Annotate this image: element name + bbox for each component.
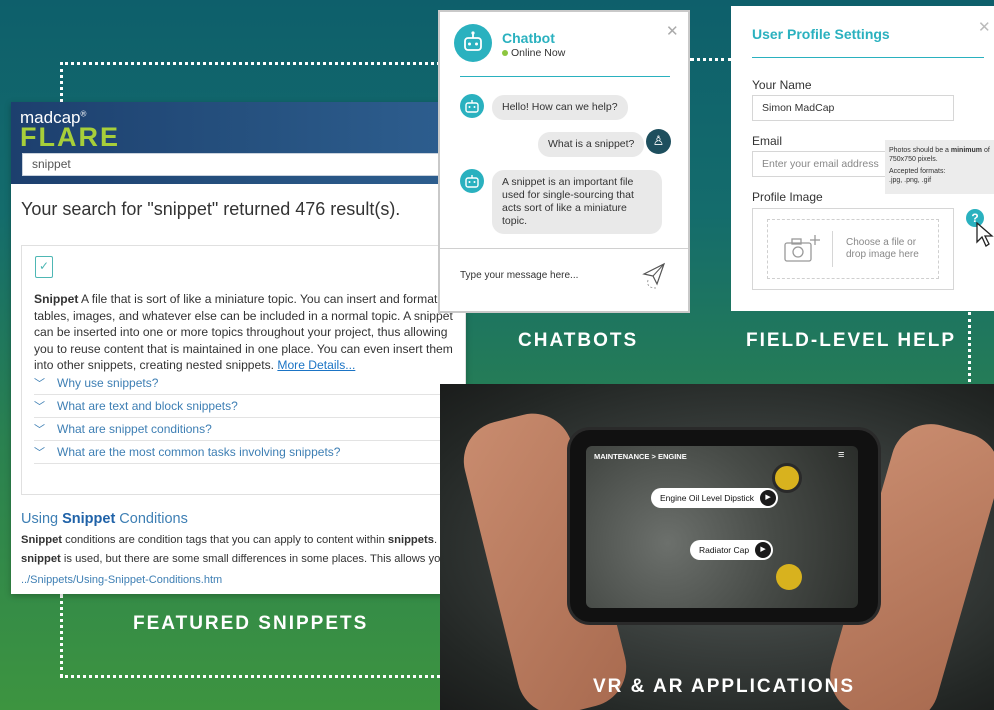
image-help-tooltip: Photos should be a minimum of 750x750 pi… (885, 140, 994, 194)
flare-search-panel: madcap® FLARE snippet Your search for "s… (11, 102, 466, 594)
title-divider (752, 57, 984, 58)
result-title-link[interactable]: Using Snippet Conditions (21, 511, 188, 527)
dropzone-text: Choose a file or drop image here (846, 237, 919, 260)
more-details-link[interactable]: More Details... (277, 358, 355, 372)
ar-phone-photo: MAINTENANCE > ENGINE ≡ Engine Oil Level … (440, 384, 994, 710)
smartphone: MAINTENANCE > ENGINE ≡ Engine Oil Level … (570, 430, 878, 622)
user-message: What is a snippet? (538, 132, 645, 157)
ar-screen: MAINTENANCE > ENGINE ≡ Engine Oil Level … (586, 446, 858, 608)
chatbot-window: Chatbot Online Now ✕ Hello! How can we h… (438, 10, 690, 313)
dotted-connector-top (60, 62, 440, 102)
robot-icon (454, 24, 492, 62)
dropzone-divider (832, 231, 833, 267)
result-path: ../Snippets/Using-Snippet-Conditions.htm (21, 574, 223, 586)
flare-header: madcap® FLARE snippet (11, 102, 466, 184)
user-avatar-icon: ♙ (646, 129, 671, 154)
faq-item[interactable]: ﹀ What are snippet conditions? (34, 419, 459, 441)
search-input[interactable]: snippet (22, 153, 466, 176)
radiator-cap (776, 564, 802, 590)
close-icon[interactable]: ✕ (666, 22, 679, 40)
snippet-definition: Snippet A file that is sort of like a mi… (34, 292, 453, 372)
profile-settings-panel: User Profile Settings ✕ Your Name Simon … (731, 6, 994, 311)
chat-message-input[interactable]: Type your message here... (460, 270, 578, 281)
notebook-check-icon: ✓ (35, 256, 53, 278)
featured-snippet-card: ✓ Snippet A file that is sort of like a … (21, 245, 466, 495)
play-icon: ▶ (760, 490, 777, 506)
profile-title: User Profile Settings (752, 26, 890, 42)
camera-plus-icon (783, 233, 821, 270)
name-label: Your Name (752, 78, 812, 92)
dotted-connector-right (690, 58, 732, 61)
menu-icon[interactable]: ≡ (838, 449, 844, 461)
label-vr-ar-applications: VR & AR APPLICATIONS (593, 676, 856, 697)
chat-header-divider (460, 76, 670, 77)
chat-input-divider (440, 248, 688, 249)
ar-breadcrumb: MAINTENANCE > ENGINE (594, 452, 687, 461)
online-status: Online Now (502, 47, 565, 59)
faq-item[interactable]: ﹀ Why use snippets? (34, 373, 459, 395)
label-featured-snippets: FEATURED SNIPPETS (133, 613, 369, 634)
image-dropzone[interactable]: Choose a file or drop image here (752, 208, 954, 290)
oil-cap (772, 463, 802, 493)
name-field[interactable]: Simon MadCap (752, 95, 954, 121)
online-dot-icon (502, 50, 508, 56)
play-icon: ▶ (755, 542, 772, 558)
chevron-down-icon: ﹀ (34, 378, 45, 390)
close-icon[interactable]: ✕ (978, 18, 991, 36)
flare-logo: FLARE (20, 122, 120, 152)
bot-message: Hello! How can we help? (492, 95, 628, 120)
result-excerpt-line: snippet is used, but there are some smal… (21, 553, 441, 565)
chatbot-title: Chatbot (502, 30, 555, 46)
mouse-pointer-icon (976, 221, 994, 253)
robot-icon (460, 169, 484, 193)
ar-hotspot[interactable]: Engine Oil Level Dipstick ▶ (651, 488, 779, 508)
faq-item[interactable]: ﹀ What are text and block snippets? (34, 396, 459, 418)
search-result-count: Your search for "snippet" returned 476 r… (21, 199, 401, 219)
robot-icon (460, 94, 484, 118)
label-field-level-help: FIELD-LEVEL HELP (746, 330, 957, 351)
label-chatbots: CHATBOTS (518, 330, 639, 351)
send-paper-plane-icon[interactable] (642, 262, 668, 295)
bot-message: A snippet is an important file used for … (492, 170, 662, 234)
dotted-connector-bottom (60, 594, 440, 678)
email-label: Email (752, 134, 783, 148)
dotted-connector-right-vertical (968, 312, 971, 382)
chevron-down-icon: ﹀ (34, 424, 45, 436)
chevron-down-icon: ﹀ (34, 447, 45, 459)
chevron-down-icon: ﹀ (34, 401, 45, 413)
ar-hotspot[interactable]: Radiator Cap ▶ (690, 540, 774, 560)
faq-item[interactable]: ﹀ What are the most common tasks involvin… (34, 442, 459, 464)
profile-image-label: Profile Image (752, 190, 823, 204)
result-excerpt-line: Snippet conditions are condition tags th… (21, 534, 438, 546)
